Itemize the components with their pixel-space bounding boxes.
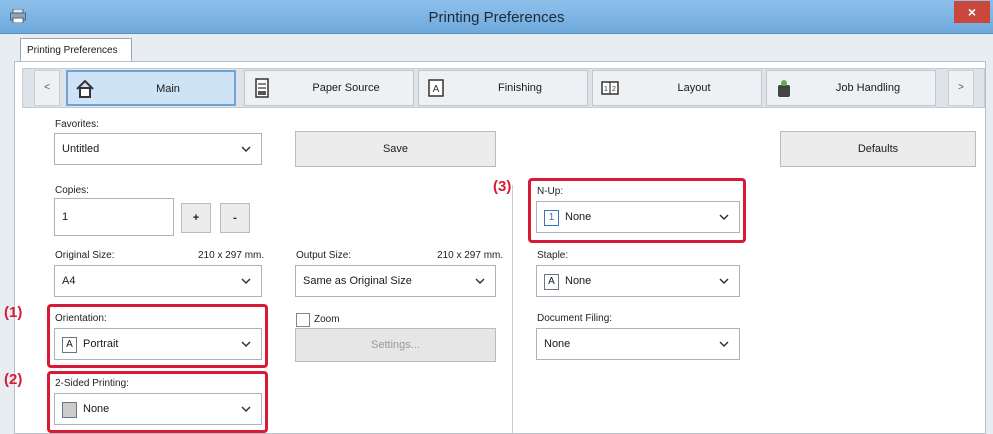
chevron-down-icon <box>475 278 485 285</box>
job-handling-icon <box>778 80 790 97</box>
original-size-label: Original Size: <box>55 250 115 261</box>
document-filing-select[interactable]: None <box>536 328 740 360</box>
document-filing-value: None <box>544 338 571 350</box>
callout-1: (1) <box>4 304 23 321</box>
tab-main[interactable]: Main <box>66 70 236 106</box>
two-sided-select[interactable]: None <box>54 393 262 425</box>
column-divider <box>512 185 513 434</box>
staple-label: Staple: <box>537 250 569 261</box>
window-title: Printing Preferences <box>428 9 565 26</box>
callout-2: (2) <box>4 371 23 388</box>
chevron-down-icon <box>719 278 729 285</box>
chevron-down-icon <box>241 146 251 153</box>
close-button[interactable]: × <box>954 1 990 23</box>
tab-printing-preferences[interactable]: Printing Preferences <box>20 38 132 62</box>
n-up-value: None <box>565 211 592 223</box>
zoom-settings-button[interactable]: Settings... <box>295 328 496 362</box>
scroll-tabs-left-button[interactable]: < <box>34 70 60 106</box>
home-icon <box>76 79 94 98</box>
output-size-select[interactable]: Same as Original Size <box>295 265 496 297</box>
one-sided-page-icon <box>62 402 77 418</box>
defaults-button[interactable]: Defaults <box>780 131 976 167</box>
staple-value: None <box>565 275 592 287</box>
layout-icon: 1 2 <box>601 81 619 95</box>
tab-job-handling[interactable]: Job Handling <box>766 70 936 106</box>
two-sided-label: 2-Sided Printing: <box>55 378 129 389</box>
chevron-down-icon <box>719 341 729 348</box>
tab-main-label: Main <box>156 83 180 95</box>
copies-label: Copies: <box>55 185 89 196</box>
n-up-page-icon: 1 <box>544 210 559 226</box>
n-up-select[interactable]: 1 None <box>536 201 740 233</box>
two-sided-value: None <box>83 403 110 415</box>
svg-text:2: 2 <box>612 86 616 93</box>
output-size-dims: 210 x 297 mm. <box>437 250 504 261</box>
copies-input[interactable]: 1 <box>54 198 174 236</box>
tab-layout-label: Layout <box>677 82 711 94</box>
orientation-value: Portrait <box>83 338 119 350</box>
svg-text:1: 1 <box>604 86 608 93</box>
original-size-select[interactable]: A4 <box>54 265 262 297</box>
staple-page-icon: A <box>544 274 559 290</box>
zoom-label: Zoom <box>314 314 340 325</box>
favorites-value: Untitled <box>62 143 100 155</box>
favorites-label: Favorites: <box>55 119 99 130</box>
save-button[interactable]: Save <box>295 131 496 167</box>
scroll-tabs-right-button[interactable]: > <box>948 70 974 106</box>
svg-text:A: A <box>433 84 440 95</box>
output-size-value: Same as Original Size <box>303 275 412 287</box>
copies-increment-button[interactable]: + <box>181 203 211 233</box>
tab-paper-source[interactable]: Paper Source <box>244 70 414 106</box>
favorites-select[interactable]: Untitled <box>54 133 262 165</box>
tab-paper-source-label: Paper Source <box>312 82 380 94</box>
tab-finishing[interactable]: A Finishing <box>418 70 588 106</box>
n-up-label: N-Up: <box>537 186 564 197</box>
tab-job-handling-label: Job Handling <box>835 82 901 94</box>
staple-select[interactable]: A None <box>536 265 740 297</box>
orientation-select[interactable]: A Portrait <box>54 328 262 360</box>
tab-layout[interactable]: 1 2 Layout <box>592 70 762 106</box>
chevron-down-icon <box>241 406 251 413</box>
chevron-down-icon <box>241 278 251 285</box>
chevron-down-icon <box>719 214 729 221</box>
callout-3: (3) <box>493 178 512 195</box>
tab-finishing-label: Finishing <box>497 82 543 94</box>
output-size-label: Output Size: <box>296 250 352 261</box>
copies-value: 1 <box>62 211 69 223</box>
original-size-dims: 210 x 297 mm. <box>198 250 265 261</box>
portrait-icon: A <box>62 337 77 353</box>
original-size-value: A4 <box>62 275 76 287</box>
zoom-checkbox[interactable] <box>296 313 310 327</box>
orientation-label: Orientation: <box>55 313 107 324</box>
document-filing-label: Document Filing: <box>537 313 613 324</box>
copies-decrement-button[interactable]: - <box>220 203 250 233</box>
paper-tray-icon <box>255 78 269 98</box>
chevron-down-icon <box>241 341 251 348</box>
finishing-icon: A <box>428 79 444 97</box>
